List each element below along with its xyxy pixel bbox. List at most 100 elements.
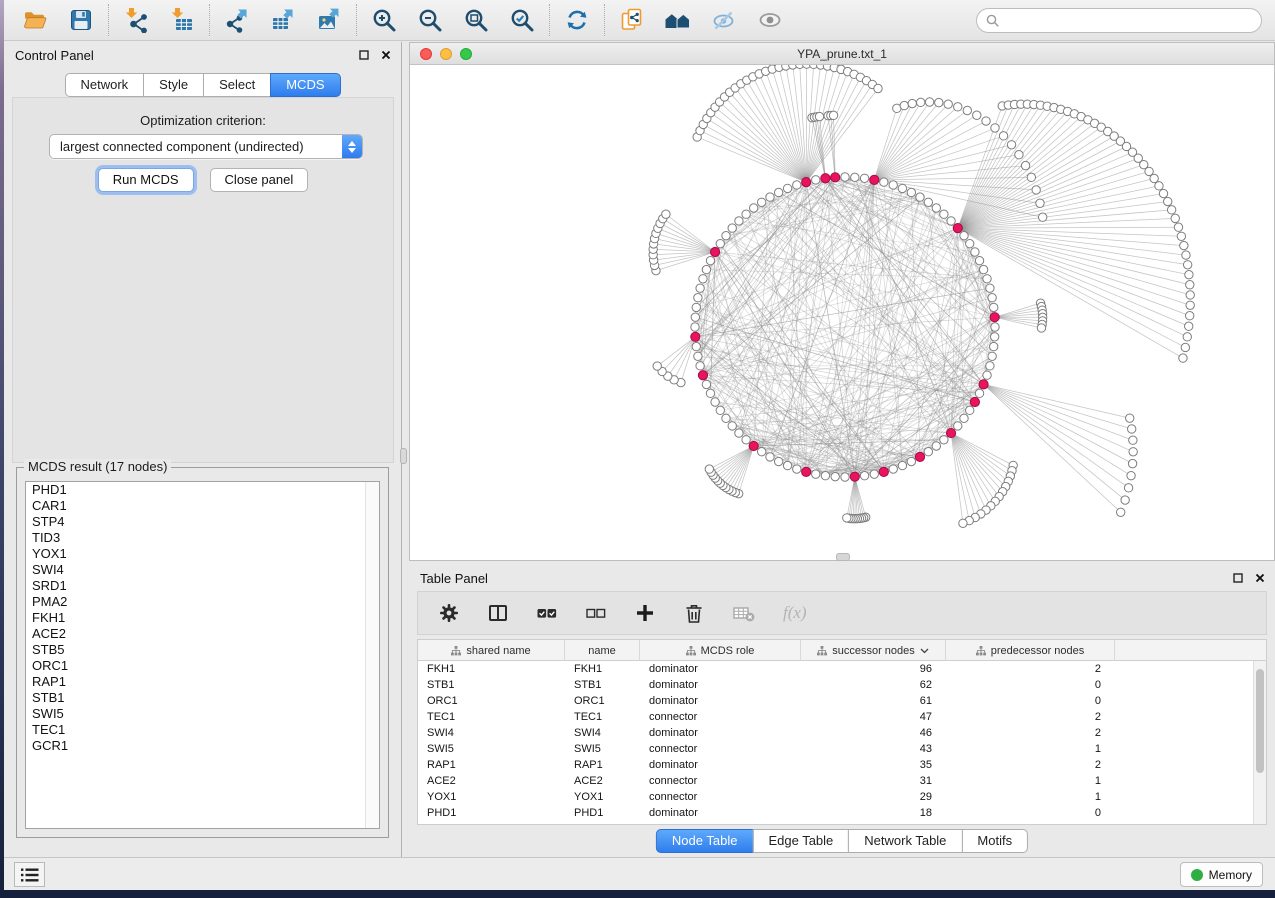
table-cell[interactable]: 2: [946, 663, 1115, 675]
network-node[interactable]: [1180, 241, 1188, 249]
network-node[interactable]: [960, 231, 968, 239]
network-node[interactable]: [880, 178, 888, 186]
network-node[interactable]: [960, 414, 968, 422]
mcds-node[interactable]: [946, 428, 955, 437]
table-cell[interactable]: connector: [640, 743, 801, 755]
network-canvas[interactable]: [410, 65, 1274, 560]
network-node[interactable]: [924, 198, 932, 206]
network-node[interactable]: [907, 457, 915, 465]
network-node[interactable]: [841, 173, 849, 181]
zoom-fit-icon[interactable]: [462, 6, 490, 34]
network-node[interactable]: [1181, 343, 1189, 351]
table-row[interactable]: YOX1YOX1connector291: [418, 789, 1266, 805]
column-header-shared-name[interactable]: shared name: [418, 640, 565, 661]
network-node[interactable]: [986, 284, 994, 292]
network-node[interactable]: [711, 398, 719, 406]
table-row[interactable]: ORC1ORC1dominator610: [418, 693, 1266, 709]
table-cell[interactable]: 18: [801, 807, 946, 819]
tab-edge-table[interactable]: Edge Table: [752, 829, 849, 853]
export-network-icon[interactable]: [223, 6, 251, 34]
network-node[interactable]: [988, 294, 996, 302]
table-cell[interactable]: connector: [640, 775, 801, 787]
table-row[interactable]: ACE2ACE2connector311: [418, 773, 1266, 789]
mcds-result-item[interactable]: YOX1: [26, 546, 379, 562]
table-row[interactable]: SWI4SWI4dominator462: [418, 725, 1266, 741]
network-node[interactable]: [691, 323, 699, 331]
table-cell[interactable]: dominator: [640, 695, 801, 707]
mcds-node[interactable]: [953, 223, 962, 232]
import-network-icon[interactable]: [122, 6, 150, 34]
network-node[interactable]: [716, 406, 724, 414]
table-cell[interactable]: 2: [946, 759, 1115, 771]
network-node[interactable]: [1164, 197, 1172, 205]
table-cell[interactable]: TEC1: [565, 711, 640, 723]
refresh-icon[interactable]: [563, 6, 591, 34]
network-node[interactable]: [1150, 174, 1158, 182]
network-node[interactable]: [907, 188, 915, 196]
mcds-result-item[interactable]: PMA2: [26, 594, 379, 610]
tab-node-table[interactable]: Node Table: [656, 829, 754, 853]
network-node[interactable]: [812, 176, 820, 184]
network-node[interactable]: [940, 210, 948, 218]
attributes-gear-icon[interactable]: [438, 602, 460, 624]
network-node[interactable]: [831, 472, 839, 480]
first-neighbors-icon[interactable]: [664, 6, 692, 34]
table-cell[interactable]: PHD1: [565, 807, 640, 819]
network-node[interactable]: [766, 193, 774, 201]
close-panel-icon[interactable]: [1255, 573, 1265, 583]
mcds-node[interactable]: [831, 173, 840, 182]
table-row[interactable]: TEC1TEC1connector472: [418, 709, 1266, 725]
network-node[interactable]: [916, 193, 924, 201]
network-node[interactable]: [1007, 141, 1015, 149]
tab-style[interactable]: Style: [143, 73, 204, 97]
network-node[interactable]: [991, 323, 999, 331]
network-node[interactable]: [793, 181, 801, 189]
close-panel-icon[interactable]: [381, 50, 391, 60]
network-node[interactable]: [662, 210, 670, 218]
network-node[interactable]: [1128, 425, 1136, 433]
mcds-result-item[interactable]: STP4: [26, 514, 379, 530]
network-node[interactable]: [900, 101, 908, 109]
table-cell[interactable]: ORC1: [565, 695, 640, 707]
network-node[interactable]: [1124, 484, 1132, 492]
table-cell[interactable]: 1: [946, 743, 1115, 755]
mcds-node[interactable]: [710, 247, 719, 256]
table-cell[interactable]: TEC1: [418, 711, 565, 723]
network-node[interactable]: [991, 124, 999, 132]
table-cell[interactable]: 43: [801, 743, 946, 755]
network-node[interactable]: [954, 103, 962, 111]
network-node[interactable]: [706, 389, 714, 397]
network-node[interactable]: [917, 98, 925, 106]
open-icon[interactable]: [21, 6, 49, 34]
network-node[interactable]: [966, 239, 974, 247]
network-node[interactable]: [653, 362, 661, 370]
network-node[interactable]: [979, 265, 987, 273]
tab-network[interactable]: Network: [64, 73, 144, 97]
network-node[interactable]: [1185, 322, 1193, 330]
tab-select[interactable]: Select: [203, 73, 271, 97]
network-node[interactable]: [898, 184, 906, 192]
table-cell[interactable]: 62: [801, 679, 946, 691]
column-header-predecessor-nodes[interactable]: predecessor nodes: [946, 640, 1115, 661]
zoom-selected-icon[interactable]: [508, 6, 536, 34]
network-node[interactable]: [691, 313, 699, 321]
criterion-dropdown[interactable]: largest connected component (undirected): [49, 134, 363, 159]
close-panel-button[interactable]: Close panel: [210, 168, 309, 192]
table-cell[interactable]: STB1: [565, 679, 640, 691]
show-columns-icon[interactable]: [487, 602, 509, 624]
network-node[interactable]: [694, 294, 702, 302]
float-panel-icon[interactable]: [359, 50, 369, 60]
network-node[interactable]: [966, 406, 974, 414]
network-node[interactable]: [925, 98, 933, 106]
network-node[interactable]: [1036, 199, 1044, 207]
network-node[interactable]: [963, 106, 971, 114]
zoom-out-icon[interactable]: [416, 6, 444, 34]
tab-mcds[interactable]: MCDS: [270, 73, 340, 97]
network-node[interactable]: [1186, 301, 1194, 309]
network-node[interactable]: [706, 256, 714, 264]
mcds-result-list[interactable]: PHD1CAR1STP4TID3YOX1SWI4SRD1PMA2FKH1ACE2…: [25, 481, 380, 829]
network-node[interactable]: [722, 231, 730, 239]
network-node[interactable]: [1167, 206, 1175, 214]
table-cell[interactable]: SWI4: [565, 727, 640, 739]
network-node[interactable]: [1183, 333, 1191, 341]
